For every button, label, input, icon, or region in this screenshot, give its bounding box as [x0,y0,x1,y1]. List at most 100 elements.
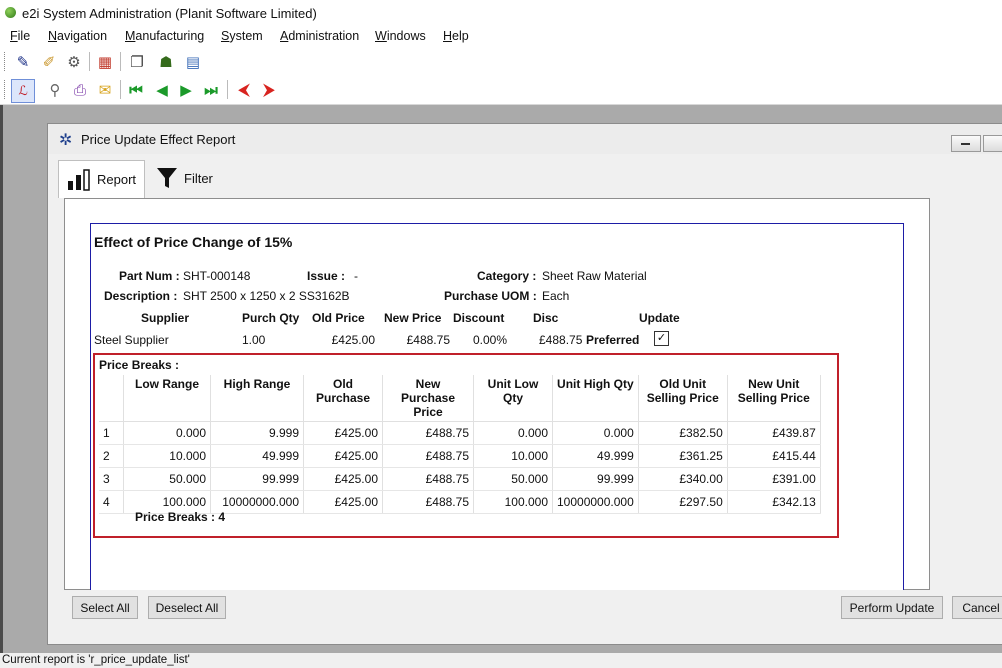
table-cell: £488.75 [382,490,474,514]
gear-icon: ✲ [59,132,73,149]
zoom-icon[interactable]: ⚲ [44,79,66,101]
table-cell: 99.999 [552,467,639,491]
window-title: Price Update Effect Report [81,132,236,147]
report-heading: Effect of Price Change of 15% [94,234,293,250]
header-update: Update [639,311,680,325]
menu-file[interactable]: File [10,29,30,43]
col-new-unit-selling-price: New Unit Selling Price [727,375,821,422]
forward-icon[interactable]: ⮞ [258,79,280,101]
report-page: Effect of Price Change of 15% Part Num :… [90,223,904,590]
next-page-icon[interactable]: ▶ [175,79,197,101]
toolbar-grip[interactable] [4,80,8,99]
minimize-button[interactable] [951,135,981,152]
supplier-name: Steel Supplier [94,333,169,347]
first-page-icon[interactable]: ⏮ [125,79,147,101]
grid-icon[interactable]: ▤ [182,51,204,73]
users-icon[interactable]: ☗ [155,51,177,73]
back-icon[interactable]: ⮜ [233,79,255,101]
uom-value: Each [542,289,570,303]
status-text: Current report is 'r_price_update_list' [2,654,190,666]
tab-report[interactable]: Report [58,160,146,198]
settings-icon[interactable]: ⚙ [63,51,85,73]
toolbar-grip[interactable] [4,52,8,71]
col-low-range: Low Range [123,375,211,422]
wand-icon[interactable]: ✐ [38,51,60,73]
last-page-icon[interactable]: ⏭ [200,79,222,101]
category-label: Category : [477,269,537,283]
table-cell: £382.50 [638,421,728,445]
cancel-button[interactable]: Cancel [952,596,1002,619]
supplier-preferred: Preferred [586,333,640,347]
perform-update-button[interactable]: Perform Update [841,596,943,619]
update-checkbox[interactable]: ✓ [654,331,669,346]
email-icon[interactable]: ✉ [94,79,116,101]
col-old-purchase: Old Purchase [303,375,383,422]
select-all-button[interactable]: Select All [72,596,138,619]
main-toolbar: ✎ ✐ ⚙ ▦ ❐ ☗ ▤ [0,48,1002,76]
app-logo-icon [5,7,16,18]
col-index [99,375,124,422]
header-discount: Discount [453,311,505,325]
deselect-all-button[interactable]: Deselect All [148,596,226,619]
header-disc: Disc [533,311,559,325]
table-cell: 100.000 [473,490,553,514]
table-row: 3 50.000 99.999 £425.00 £488.75 50.000 99.999 £… [99,467,821,491]
table-row: 1 0.000 9.999 £425.00 £488.75 0.000 0.000 £382.… [99,421,821,445]
toolbar-separator [120,80,121,99]
table-cell: £439.87 [727,421,821,445]
header-old-price: Old Price [312,311,365,325]
menu-administration[interactable]: Administration [280,29,359,43]
table-cell: 0.000 [552,421,639,445]
col-unit-low-qty: Unit Low Qty [473,375,553,422]
toolbar-separator [89,52,90,71]
table-cell: £415.44 [727,444,821,468]
header-supplier: Supplier [141,311,190,325]
table-cell: £342.13 [727,490,821,514]
pdf-export-icon[interactable]: ℒ [11,79,35,103]
table-cell: 50.000 [123,467,211,491]
tools-icon[interactable]: ✎ [12,51,34,73]
supplier-disc: £488.75 [539,333,583,347]
header-purch-qty: Purch Qty [242,311,300,325]
toolbar-separator [120,52,121,71]
description-label: Description : [104,289,178,303]
window-titlebar: ✲ Price Update Effect Report [48,124,1002,154]
previous-page-icon[interactable]: ◀ [151,79,173,101]
table-cell: 1 [99,421,124,445]
table-cell: 49.999 [210,444,304,468]
menu-help[interactable]: Help [443,29,469,43]
status-bar: Current report is 'r_price_update_list' [0,653,1002,668]
copy-window-icon[interactable]: ❐ [126,51,148,73]
price-update-window: ✲ Price Update Effect Report Report Filt… [47,123,1002,645]
table-cell: £425.00 [303,467,383,491]
tab-filter[interactable]: Filter [148,160,221,196]
table-cell: £297.50 [638,490,728,514]
table-cell: £391.00 [727,467,821,491]
table-cell: 10.000 [123,444,211,468]
table-cell: £340.00 [638,467,728,491]
header-new-price: New Price [384,311,442,325]
report-viewer[interactable]: Effect of Price Change of 15% Part Num :… [64,198,930,590]
col-new-purchase-price: New Purchase Price [382,375,474,422]
table-cell: £425.00 [303,444,383,468]
uom-label: Purchase UOM : [444,289,537,303]
category-value: Sheet Raw Material [542,269,647,283]
menu-system[interactable]: System [221,29,263,43]
table-cell: 9.999 [210,421,304,445]
table-cell: 50.000 [473,467,553,491]
table-row: 2 10.000 49.999 £425.00 £488.75 10.000 49.999 £… [99,444,821,468]
col-old-unit-selling-price: Old Unit Selling Price [638,375,728,422]
table-cell: 10000000.000 [552,490,639,514]
print-icon[interactable]: ⎙ [69,79,91,101]
part-num-label: Part Num : [119,269,180,283]
restore-button[interactable] [983,135,1002,152]
menu-windows[interactable]: Windows [375,29,426,43]
table-cell: £488.75 [382,421,474,445]
menu-manufacturing[interactable]: Manufacturing [125,29,204,43]
table-cell: 3 [99,467,124,491]
calendar-icon[interactable]: ▦ [94,51,116,73]
supplier-new-price: £488.75 [406,333,450,347]
menu-navigation[interactable]: Navigation [48,29,107,43]
price-breaks-count: Price Breaks : 4 [135,510,226,524]
table-cell: £361.25 [638,444,728,468]
